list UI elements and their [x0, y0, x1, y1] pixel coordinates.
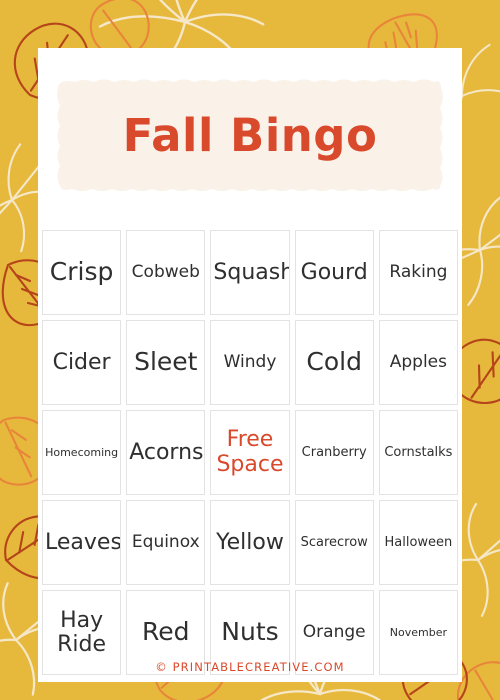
- bingo-cell-label: Cobweb: [131, 261, 200, 282]
- bingo-card: Fall Bingo Crisp Cobweb Squash Gourd Rak…: [38, 48, 462, 682]
- bingo-cell[interactable]: Cobweb: [126, 230, 206, 315]
- bingo-cell-label: Nuts: [221, 617, 279, 647]
- bingo-cell-label: Gourd: [300, 259, 368, 285]
- bingo-cell[interactable]: Windy: [210, 320, 290, 405]
- bingo-cell[interactable]: Leaves: [42, 500, 122, 585]
- bingo-cell[interactable]: Gourd: [294, 230, 374, 315]
- title-banner: Fall Bingo: [56, 76, 444, 194]
- bingo-cell-label: Sleet: [134, 347, 198, 377]
- bingo-cell[interactable]: Scarecrow: [294, 500, 374, 585]
- bingo-cell[interactable]: Cranberry: [294, 410, 374, 495]
- bingo-cell-label: Halloween: [384, 534, 453, 550]
- bingo-cell[interactable]: Equinox: [126, 500, 206, 585]
- bingo-cell-label: Orange: [302, 621, 366, 642]
- bingo-cell-label: Equinox: [131, 531, 200, 552]
- bingo-cell-label: Apples: [389, 351, 448, 372]
- bingo-cell[interactable]: Homecoming: [42, 410, 122, 495]
- page-title: Fall Bingo: [122, 108, 378, 162]
- bingo-cell[interactable]: Apples: [378, 320, 458, 405]
- bingo-cell-label: November: [389, 625, 447, 639]
- footer-credit: © PRINTABLECREATIVE.COM: [155, 660, 345, 674]
- bingo-cell-label: Hay Ride: [57, 608, 107, 657]
- bingo-cell-label: Squash: [213, 259, 290, 285]
- bingo-cell[interactable]: Halloween: [378, 500, 458, 585]
- bingo-cell-label: Crisp: [49, 257, 114, 287]
- bingo-cell[interactable]: Cornstalks: [378, 410, 458, 495]
- bingo-cell-label: Cranberry: [301, 444, 367, 460]
- bingo-cell-free-space[interactable]: Free Space: [210, 410, 290, 495]
- bingo-cell-label: Cold: [306, 347, 362, 377]
- bingo-cell[interactable]: Crisp: [42, 230, 122, 315]
- bingo-cell[interactable]: Yellow: [210, 500, 290, 585]
- bingo-cell[interactable]: Cold: [294, 320, 374, 405]
- bingo-cell-label: Raking: [389, 261, 448, 282]
- bingo-cell[interactable]: Squash: [210, 230, 290, 315]
- bingo-cell[interactable]: Acorns: [126, 410, 206, 495]
- bingo-cell-label: Homecoming: [45, 445, 119, 459]
- bingo-cell-label: Yellow: [216, 529, 284, 555]
- bingo-cell-label: Windy: [223, 351, 277, 372]
- bingo-grid: Crisp Cobweb Squash Gourd Raking Cider S…: [40, 230, 460, 675]
- bingo-cell-label: Cornstalks: [384, 444, 453, 460]
- bingo-cell-label: Cider: [52, 349, 111, 375]
- bingo-cell-label: Leaves: [45, 529, 122, 555]
- bingo-cell[interactable]: Cider: [42, 320, 122, 405]
- bingo-page: Fall Bingo Crisp Cobweb Squash Gourd Rak…: [0, 0, 500, 700]
- bingo-cell-label: Scarecrow: [300, 534, 368, 550]
- bingo-cell-label: Acorns: [129, 439, 204, 465]
- bingo-cell-label: Red: [142, 617, 190, 647]
- free-space-label: Free Space: [216, 426, 284, 477]
- bingo-cell[interactable]: Sleet: [126, 320, 206, 405]
- bingo-cell[interactable]: Raking: [378, 230, 458, 315]
